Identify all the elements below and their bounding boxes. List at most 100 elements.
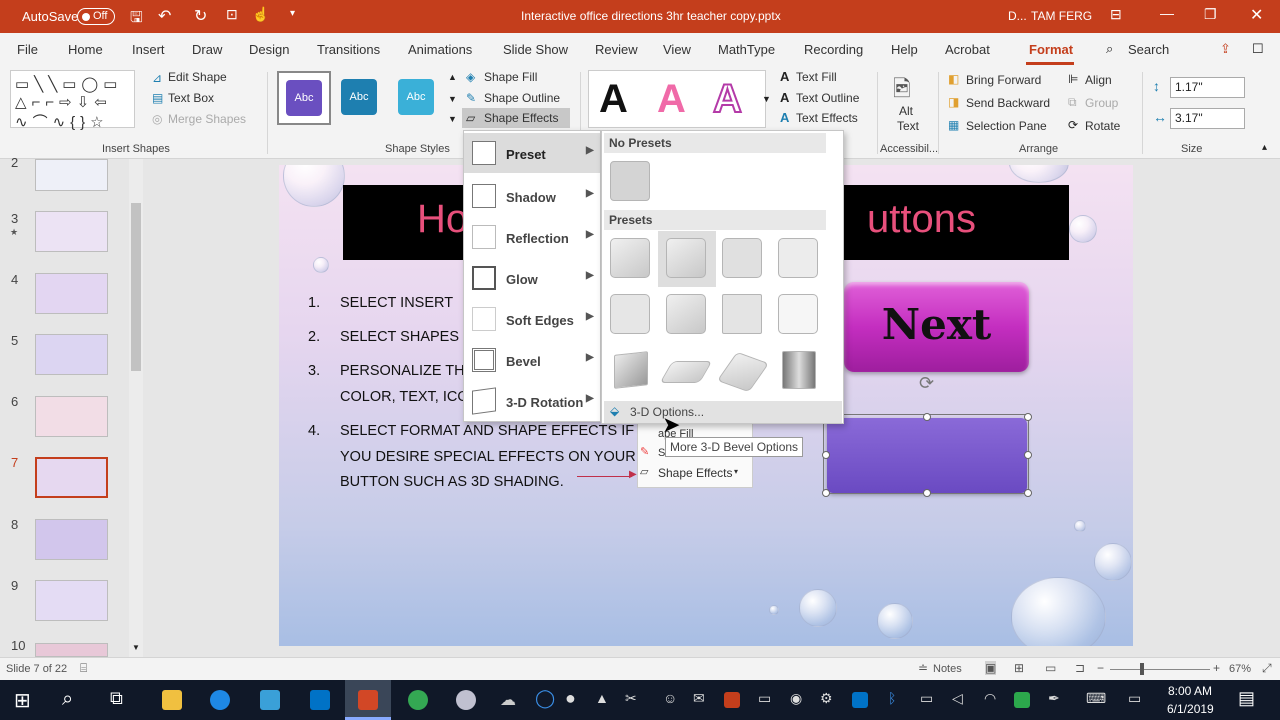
camera-icon[interactable]: ◉ — [790, 690, 802, 707]
slide-thumbnail-4[interactable] — [35, 273, 108, 314]
list-item-3-line-2[interactable]: COLOR, TEXT, ICO — [340, 389, 469, 405]
bluetooth-icon[interactable]: ᛒ — [888, 690, 896, 706]
preset-11[interactable] — [716, 351, 770, 393]
normal-view-icon[interactable]: ▣ — [985, 661, 997, 675]
resize-handle[interactable] — [1024, 413, 1032, 421]
volume-icon[interactable]: ◁ — [952, 690, 963, 707]
tab-recording[interactable]: Recording — [804, 42, 863, 57]
fit-to-window-icon[interactable]: ⤢ — [1262, 661, 1272, 676]
preset-1[interactable] — [610, 238, 650, 278]
people-icon[interactable]: ☺ — [663, 690, 677, 706]
cloud-icon[interactable]: ☁ — [500, 690, 516, 710]
selection-pane-button[interactable]: Selection Pane — [966, 119, 1047, 133]
list-item-2-line-1[interactable]: SELECT SHAPES & — [340, 329, 473, 345]
search-icon[interactable]: ⌕ — [1106, 41, 1113, 57]
action-center-icon[interactable]: ▤ — [1238, 688, 1255, 709]
tab-insert[interactable]: Insert — [132, 42, 165, 57]
notes-button[interactable]: Notes — [933, 663, 962, 675]
merge-shapes-button[interactable]: Merge Shapes — [168, 112, 246, 126]
menu-item-preset[interactable]: Preset ▶ — [464, 133, 600, 173]
shape-gallery-row2-icon[interactable]: △⌐⌐⇨⇩⇦ — [15, 93, 112, 111]
shape-effects-button[interactable]: Shape Effects — [484, 111, 559, 125]
snipping-icon[interactable]: ✂ — [625, 690, 637, 707]
thumbnails-scroll-thumb[interactable] — [131, 203, 141, 371]
resize-handle[interactable] — [1024, 489, 1032, 497]
slide-thumbnail-5[interactable] — [35, 334, 108, 375]
tab-acrobat[interactable]: Acrobat — [945, 42, 990, 57]
text-outline-button[interactable]: Text Outline — [796, 91, 859, 105]
cortana-icon[interactable]: ◯ — [535, 688, 555, 709]
resize-handle[interactable] — [923, 413, 931, 421]
paint-icon[interactable] — [456, 690, 476, 710]
customize-qat-icon[interactable]: ▾ — [290, 8, 295, 19]
tab-help[interactable]: Help — [891, 42, 918, 57]
text-effects-button[interactable]: Text Effects — [796, 111, 858, 125]
tray-up-icon[interactable]: ▲ — [595, 690, 609, 706]
touch-mode-icon[interactable]: ☝ — [252, 6, 269, 23]
keyboard-icon[interactable]: ⌨ — [1086, 690, 1106, 707]
taskbar-date[interactable]: 6/1/2019 — [1167, 702, 1214, 716]
tab-format[interactable]: Format — [1029, 42, 1073, 57]
zoom-slider[interactable] — [1110, 669, 1210, 670]
user-initials[interactable]: D... — [1008, 9, 1027, 23]
tab-view[interactable]: View — [663, 42, 691, 57]
preset-4[interactable] — [778, 238, 818, 278]
style-swatch-1-frame[interactable]: Abc — [277, 71, 331, 125]
undo-icon[interactable]: ↶ — [158, 6, 171, 26]
preset-3[interactable] — [722, 238, 762, 278]
user-name[interactable]: TAM FERG — [1031, 9, 1092, 23]
outlook-icon[interactable] — [310, 690, 330, 710]
edge-icon[interactable] — [210, 690, 230, 710]
present-icon[interactable]: ⊡ — [226, 6, 238, 23]
tab-slide-show[interactable]: Slide Show — [503, 42, 568, 57]
wordart-style-2[interactable]: A — [657, 77, 686, 122]
slide-title-left[interactable]: Ho — [417, 197, 468, 242]
wordart-style-1[interactable]: A — [599, 77, 628, 122]
menu-item-3d-rotation[interactable]: 3-D Rotation ▶ — [464, 381, 600, 421]
slideshow-icon[interactable]: ⊐ — [1075, 661, 1085, 675]
collapse-ribbon-icon[interactable]: ▴ — [1262, 142, 1267, 153]
comments-icon[interactable]: ☐ — [1252, 41, 1264, 57]
zoom-in-icon[interactable]: + — [1213, 661, 1220, 675]
preset-2[interactable] — [666, 238, 706, 278]
redo-icon[interactable]: ↻ — [194, 6, 207, 26]
outlook-tray-icon[interactable] — [852, 692, 868, 708]
reading-view-icon[interactable]: ▭ — [1045, 661, 1056, 675]
powerpoint-icon[interactable] — [358, 690, 378, 710]
slide-thumbnail-8[interactable] — [35, 519, 108, 560]
resize-handle[interactable] — [1024, 451, 1032, 459]
alt-text-label-2[interactable]: Text — [897, 119, 919, 133]
task-view-icon[interactable]: ⧉ — [110, 688, 123, 709]
wordart-more-icon[interactable]: ▼ — [762, 94, 771, 104]
style-swatch-2[interactable]: Abc — [341, 79, 377, 115]
list-item-1-line-1[interactable]: SELECT INSERT — [340, 295, 453, 311]
zoom-level[interactable]: 67% — [1229, 663, 1251, 675]
save-icon[interactable]: 🖫 — [130, 7, 143, 32]
thumbnails-scrollbar[interactable]: ▼ — [129, 159, 143, 657]
settings-icon[interactable]: ⚙ — [820, 690, 833, 707]
align-button[interactable]: Align — [1085, 73, 1112, 87]
tab-draw[interactable]: Draw — [192, 42, 222, 57]
edit-shape-button[interactable]: Edit Shape — [168, 70, 227, 84]
window-icon[interactable]: ▭ — [758, 690, 771, 707]
preset-none[interactable] — [610, 161, 650, 201]
menu-item-glow[interactable]: Glow ▶ — [464, 258, 600, 298]
recording-icon[interactable]: ● — [565, 688, 576, 709]
list-item-4-line-3[interactable]: BUTTON SUCH AS 3D SHADING. — [340, 474, 564, 490]
preset-6[interactable] — [666, 294, 706, 334]
menu-item-shadow[interactable]: Shadow ▶ — [464, 176, 600, 216]
battery-icon[interactable]: ▭ — [920, 690, 933, 707]
width-input[interactable]: 3.17" — [1170, 108, 1245, 129]
text-box-button[interactable]: Text Box — [168, 91, 214, 105]
slide-sorter-icon[interactable]: ⊞ — [1014, 661, 1024, 675]
slide-thumbnail-9[interactable] — [35, 580, 108, 621]
preset-5[interactable] — [610, 294, 650, 334]
style-swatch-3[interactable]: Abc — [398, 79, 434, 115]
windows-start-icon[interactable]: ⊞ — [14, 688, 31, 713]
tab-transitions[interactable]: Transitions — [317, 42, 380, 57]
shape-gallery-row1-icon[interactable]: ▭╲╲▭◯▭ — [15, 75, 122, 93]
scroll-down-icon[interactable]: ▼ — [132, 643, 140, 652]
excel-tray-icon[interactable] — [1014, 692, 1030, 708]
minimize-icon[interactable]: — — [1160, 5, 1174, 21]
file-explorer-icon[interactable] — [162, 690, 182, 710]
